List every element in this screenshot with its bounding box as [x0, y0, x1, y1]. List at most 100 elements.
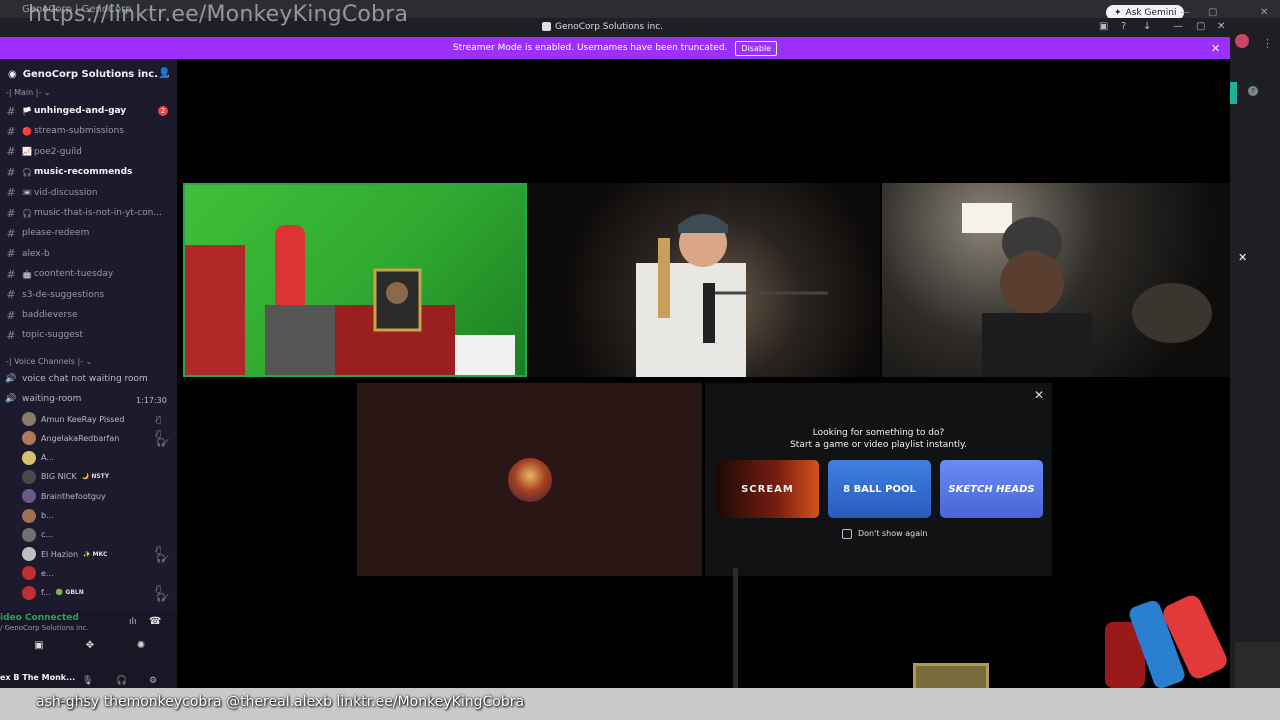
window-close-icon[interactable]: ✕	[1217, 21, 1225, 32]
avatar	[22, 585, 36, 600]
category-main[interactable]: -| Main |- ⌄	[6, 88, 51, 97]
avatar	[22, 508, 36, 523]
mic-stand-overlay	[733, 568, 738, 688]
popup-close-icon[interactable]: ✕	[1034, 388, 1044, 402]
channel-emoji: 🤖	[22, 269, 32, 279]
camera-button[interactable]: ▣	[19, 640, 59, 656]
voice-user[interactable]: b...	[22, 507, 172, 525]
window-minimize-icon[interactable]: —	[1173, 21, 1183, 32]
voice-user[interactable]: f... 🟢 GBLN 🎙̸🎧̸	[22, 584, 172, 602]
voice-user-name: e...	[41, 568, 54, 578]
voice-user-name: f...	[41, 588, 51, 598]
voice-user-name: Amun KeeRay Pissed	[41, 414, 125, 424]
activity-card-sketchheads[interactable]: SKETCH HEADS	[940, 460, 1043, 518]
help-icon[interactable]: ?	[1121, 21, 1126, 32]
window-title: GenoCorp Solutions inc.	[555, 22, 664, 32]
noise-suppression-icon[interactable]: ılı	[129, 617, 137, 627]
dont-show-again-checkbox[interactable]	[842, 529, 852, 539]
hash-icon: #	[6, 165, 16, 179]
hash-icon: #	[6, 226, 16, 240]
activities-button[interactable]: ✥	[70, 640, 110, 656]
channel-item[interactable]: # 🎧 music-recommends	[0, 163, 177, 181]
side-panel-tab[interactable]	[1230, 82, 1237, 104]
user-name[interactable]: ex B The Monk...	[0, 673, 75, 682]
greenscreen-scene	[185, 225, 515, 375]
side-help-icon[interactable]: ?	[1248, 86, 1258, 96]
video-tile-greenscreen[interactable]	[183, 183, 527, 377]
voice-user[interactable]: e...	[22, 564, 172, 582]
video-tile-host[interactable]	[528, 183, 880, 377]
channel-item[interactable]: # s3-de-suggestions	[0, 286, 177, 304]
voice-channel[interactable]: 🔊 voice chat not waiting room	[0, 370, 177, 388]
server-icon: ◉	[8, 68, 17, 80]
inbox-icon[interactable]: ▣	[1099, 21, 1108, 32]
voice-user-name: b...	[41, 511, 54, 520]
category-voice[interactable]: -| Voice Channels |- ⌄	[6, 357, 92, 366]
voice-status[interactable]: ideo Connected	[0, 613, 79, 623]
popup-title-line1: Looking for something to do?	[812, 428, 945, 438]
disable-button[interactable]: Disable	[735, 40, 778, 56]
channel-item[interactable]: # 🔴 stream-submissions	[0, 122, 177, 140]
channel-emoji: 🎧	[22, 167, 32, 177]
invite-icon[interactable]: 👤	[158, 68, 170, 79]
side-close-icon[interactable]: ✕	[1238, 251, 1247, 264]
banner-text: Streamer Mode is enabled. Usernames have…	[452, 43, 728, 53]
voice-user-name: Brainthefootguy	[41, 491, 106, 501]
channel-item[interactable]: # 📼 vid-discussion	[0, 184, 177, 202]
window-maximize-icon[interactable]: ▢	[1196, 21, 1205, 32]
guest-scene	[962, 203, 1212, 377]
avatar	[22, 412, 36, 426]
activity-card-scream[interactable]: SCREAM	[716, 460, 819, 518]
activity-card-8ball[interactable]: 8 BALL POOL	[828, 460, 931, 518]
muted-icon: 🎙̸🎧̸	[156, 429, 172, 448]
channel-item[interactable]: # baddieverse	[0, 306, 177, 324]
voice-user[interactable]: Amun KeeRay Pissed 🎙̸	[22, 410, 172, 428]
host-scene	[636, 214, 828, 377]
voice-user[interactable]: BIG NICK 🌙 NSTY	[22, 468, 172, 486]
channel-item[interactable]: # please-redeem	[0, 224, 177, 242]
channel-item[interactable]: # 📈 poe2-guild	[0, 143, 177, 161]
channel-name: stream-submissions	[33, 126, 124, 137]
mention-badge: 2	[158, 106, 168, 116]
voice-user[interactable]: AngelakaRedbarfan 🎙̸🎧̸	[22, 429, 172, 447]
restore-icon[interactable]: ▢	[1208, 7, 1217, 18]
dont-show-again-label[interactable]: Don't show again	[858, 529, 927, 538]
video-tile-guest[interactable]	[882, 183, 1230, 377]
muted-icon: 🎙̸	[156, 414, 164, 424]
channel-sidebar: ◉ GenoCorp Solutions inc. ⌄ 👤 -| Main |-…	[0, 59, 177, 611]
channel-item[interactable]: # 🤖 coontent-tuesday	[0, 265, 177, 283]
voice-user[interactable]: A...	[22, 449, 172, 467]
channel-name: baddieverse	[22, 310, 78, 320]
voice-user[interactable]: c...	[22, 526, 172, 544]
channel-item[interactable]: # topic-suggest	[0, 326, 177, 344]
soundboard-button[interactable]: ✺	[121, 640, 161, 656]
channel-item[interactable]: # alex-b	[0, 245, 177, 263]
browser-side-strip	[1230, 18, 1280, 688]
banner-close-icon[interactable]: ✕	[1211, 42, 1220, 55]
channel-emoji: 📈	[22, 147, 32, 157]
download-icon[interactable]: ↓	[1143, 21, 1151, 32]
browser-close-icon[interactable]: ✕	[1260, 7, 1268, 18]
mic-icon[interactable]: 🎙	[82, 676, 93, 686]
hash-icon: #	[6, 145, 16, 159]
more-menu-icon[interactable]: ⋮	[1262, 37, 1273, 50]
channel-name: unhinged-and-gay	[33, 106, 127, 116]
speaker-icon: 🔊	[5, 394, 17, 404]
settings-gear-icon[interactable]: ⚙	[149, 676, 157, 686]
headphones-icon[interactable]: 🎧	[116, 676, 127, 686]
voice-user[interactable]: Brainthefootguy	[22, 487, 172, 505]
hash-icon: #	[6, 186, 16, 200]
channel-item[interactable]: # 🎧 music-that-is-not-in-yt-con...	[0, 204, 177, 222]
channel-emoji: 🎧	[22, 208, 32, 218]
voice-user-name: AngelakaRedbarfan	[41, 433, 120, 443]
voice-timer: 1:17:30	[136, 396, 167, 405]
minimize-icon[interactable]: —	[1180, 7, 1190, 18]
profile-avatar[interactable]	[1235, 34, 1249, 48]
channel-item[interactable]: # 🏳️ unhinged-and-gay 2	[0, 102, 177, 120]
server-header[interactable]: ◉ GenoCorp Solutions inc. ⌄	[0, 66, 177, 82]
disconnect-icon[interactable]: ☎	[149, 616, 161, 627]
channel-name: topic-suggest	[22, 330, 84, 341]
user-tag: 🌙 NSTY	[81, 473, 110, 481]
streamer-mode-banner: Streamer Mode is enabled. Usernames have…	[0, 37, 1230, 59]
voice-user[interactable]: El Hazion ✨ MKC 🎙̸🎧̸	[22, 545, 172, 563]
